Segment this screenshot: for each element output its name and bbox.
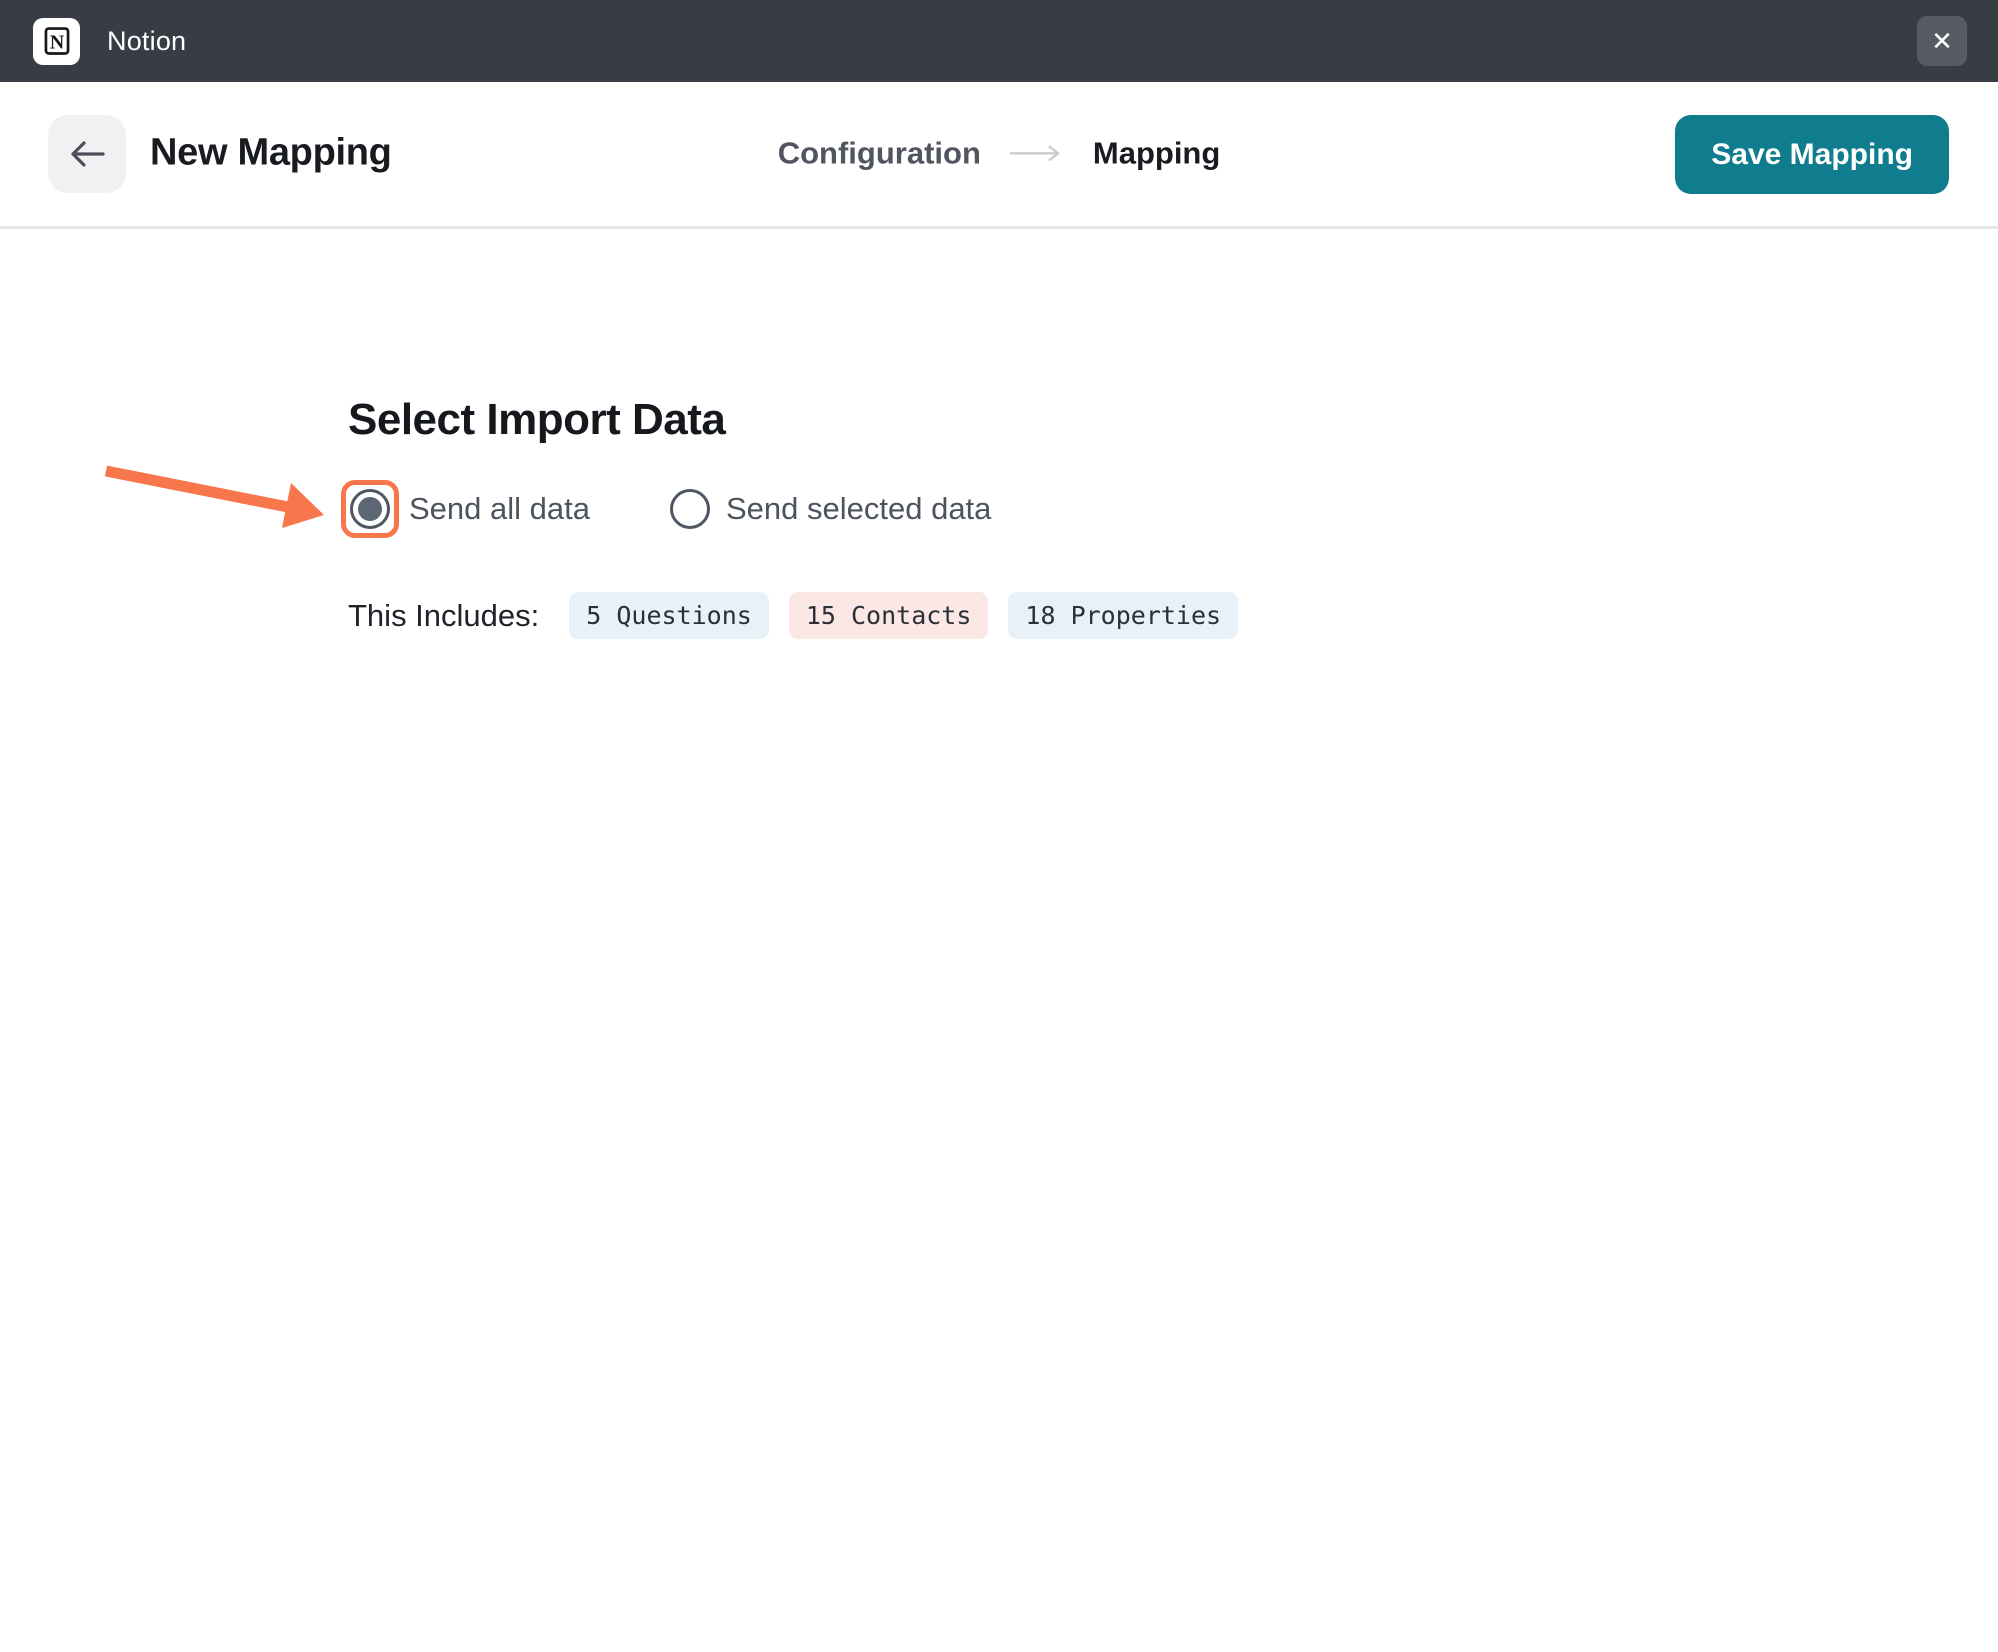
app-titlebar: N Notion ✕ <box>0 0 1998 82</box>
step-configuration[interactable]: Configuration <box>778 135 981 171</box>
annotation-arrow-icon <box>90 448 340 533</box>
page-header: New Mapping Configuration Mapping Save M… <box>0 82 1998 229</box>
includes-label: This Includes: <box>348 598 539 634</box>
import-mode-radio-group: Send all data Send selected data <box>341 480 991 538</box>
breadcrumb: Configuration Mapping <box>778 135 1221 171</box>
badge-properties-count: 18 Properties <box>1008 592 1238 639</box>
radio-send-all-data[interactable] <box>350 489 390 529</box>
includes-summary: This Includes: 5 Questions 15 Contacts 1… <box>348 592 1258 639</box>
save-mapping-button[interactable]: Save Mapping <box>1675 115 1949 194</box>
page-title: New Mapping <box>150 132 392 175</box>
notion-logo-icon: N <box>33 18 80 65</box>
section-heading: Select Import Data <box>348 395 725 445</box>
badge-questions-count: 5 Questions <box>569 592 769 639</box>
back-arrow-icon <box>68 138 106 170</box>
back-button[interactable] <box>48 115 126 193</box>
close-button[interactable]: ✕ <box>1917 16 1967 66</box>
close-icon: ✕ <box>1931 28 1953 54</box>
badge-contacts-count: 15 Contacts <box>789 592 989 639</box>
step-arrow-icon <box>1009 144 1065 162</box>
radio-label[interactable]: Send all data <box>409 491 590 527</box>
radio-option-send-all-data[interactable]: Send all data <box>341 480 590 538</box>
radio-option-send-selected-data[interactable]: Send selected data <box>670 489 991 529</box>
svg-text:N: N <box>49 32 64 54</box>
app-name: Notion <box>107 26 186 57</box>
radio-label[interactable]: Send selected data <box>726 491 991 527</box>
annotation-highlight-box <box>341 480 399 538</box>
step-mapping: Mapping <box>1093 135 1220 171</box>
radio-send-selected-data[interactable] <box>670 489 710 529</box>
